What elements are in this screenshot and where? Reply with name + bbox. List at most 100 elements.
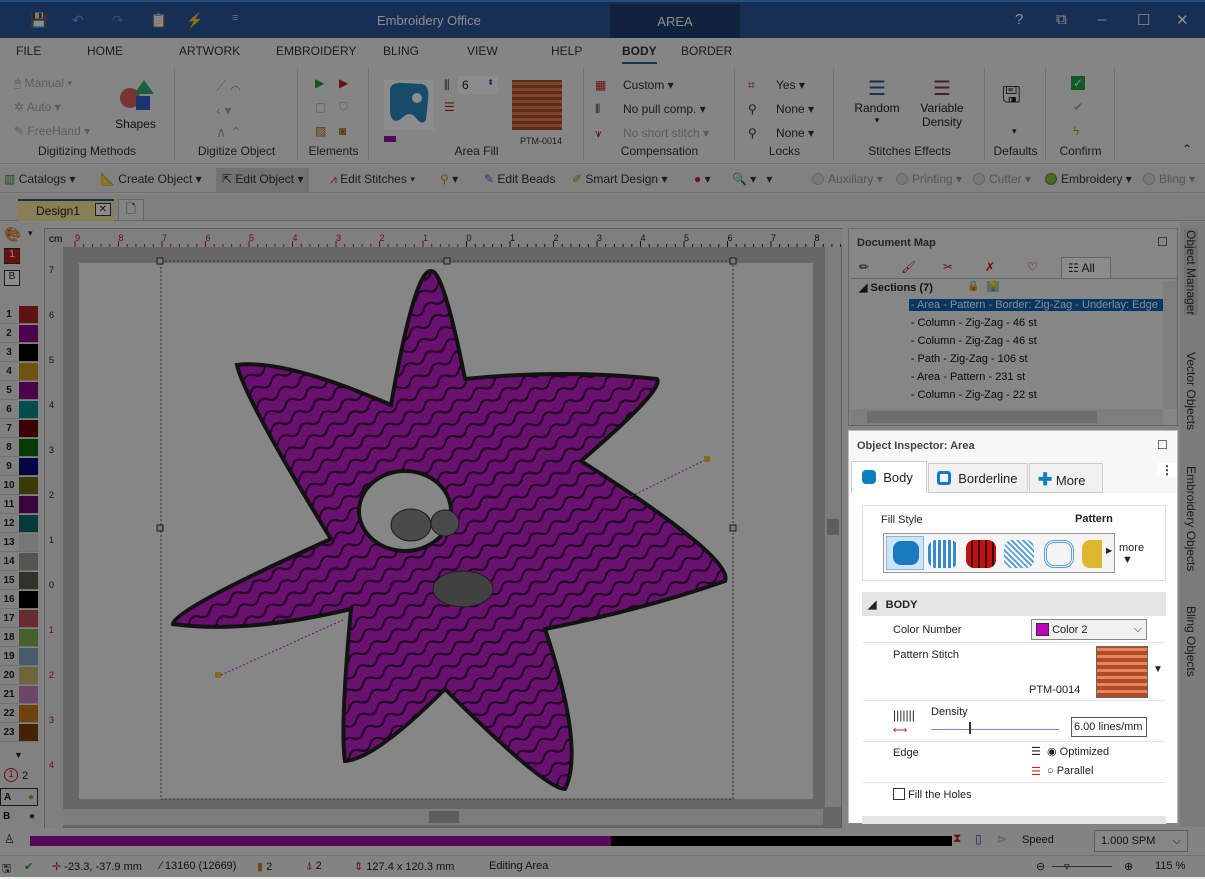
tab-heart-icon[interactable]: ♡ [1027, 260, 1038, 274]
fill-style-pattern[interactable] [886, 536, 924, 570]
density-slider[interactable] [931, 729, 1059, 730]
zoom-slider[interactable] [1052, 866, 1112, 867]
density-spinner[interactable]: 6 ⬍ [458, 76, 498, 94]
tab-help[interactable]: HELP [551, 44, 582, 58]
visibility-icon[interactable]: 💡 [987, 281, 1000, 292]
head-a[interactable]: A ● [0, 788, 38, 806]
section-item[interactable]: ●5 - Area - Pattern - 231 st [909, 371, 1163, 383]
hourglass-icon[interactable]: ⧗ [953, 831, 961, 846]
tab-object-manager[interactable]: Object Manager [1184, 230, 1198, 316]
body-section-header[interactable]: ◢ BODY [862, 592, 1166, 616]
customize-quick-access-icon[interactable]: ≡ [232, 12, 238, 24]
zoom-dropdown[interactable]: 🔍 ▾ ▾ [732, 172, 772, 186]
tab-borderline[interactable]: Borderline [928, 463, 1028, 493]
color-swatch-19[interactable]: 19 [0, 648, 38, 666]
color-swatch-6[interactable]: 6 [0, 401, 38, 419]
tab-view[interactable]: VIEW [467, 44, 498, 58]
color-swatch-4[interactable]: 4 [0, 363, 38, 381]
close-tab-icon[interactable]: ✕ [94, 203, 111, 216]
color-swatch-5[interactable]: 5 [0, 382, 38, 400]
corner-tool-icon[interactable]: ‹ ▾ [216, 102, 232, 119]
tab-all[interactable]: ☷ All [1061, 257, 1111, 279]
fill-preview[interactable] [384, 80, 434, 130]
close-button[interactable]: ✕ [1176, 11, 1189, 29]
tab-embroidery-objects[interactable]: Embroidery Objects [1184, 466, 1198, 571]
simulator-icon[interactable]: ♙ [4, 832, 15, 846]
smart-design-button[interactable]: ✐ Smart Design ▾ [572, 172, 667, 186]
fill-style-gallery[interactable]: ▶ [883, 533, 1115, 573]
color-swatch-3[interactable]: 3 [0, 344, 38, 362]
zoom-in-icon[interactable]: ⊕ [1124, 860, 1133, 873]
fill-style-cross[interactable] [1004, 540, 1034, 568]
hole-element-icon[interactable]: ◙ [339, 124, 346, 138]
vertical-scroll-thumb[interactable] [827, 519, 839, 535]
auxiliary-toggle[interactable]: Auxiliary ▾ [812, 172, 883, 186]
pin-dropdown[interactable]: ● ▾ [694, 172, 711, 186]
pattern-stitch-preview[interactable] [1096, 646, 1148, 698]
quick-confirm-icon[interactable]: ϟ [1073, 124, 1079, 138]
create-object-button[interactable]: 📐 Create Object ▾ [100, 172, 202, 186]
printing-toggle[interactable]: Printing ▾ [896, 172, 962, 186]
lock-select-1[interactable]: Yes ▾ [776, 78, 805, 92]
design-canvas[interactable]: cm 9 8 7 6 5 4 3 2 1 0 1 2 3 4 5 6 7 8 7 6 5 4 3 2 1 0 1 2 3 4 [44, 228, 850, 829]
gallery-scroll-right-icon[interactable]: ▶ [1106, 546, 1112, 555]
color-swatch-11[interactable]: 11 [0, 496, 38, 514]
tab-border[interactable]: BORDER [681, 44, 732, 58]
tab-artwork[interactable]: ARTWORK [179, 44, 240, 58]
clipboard-icon[interactable]: 📋 [150, 12, 167, 29]
lock-select-2[interactable]: None ▾ [776, 102, 814, 116]
undo-icon[interactable]: ↶ [72, 12, 84, 29]
color-swatch-20[interactable]: 20 [0, 667, 38, 685]
lightning-icon[interactable]: ⚡ [186, 12, 203, 29]
defaults-button[interactable]: 🖫 [1002, 78, 1021, 116]
sections-header[interactable]: ◢ Sections (7) [859, 281, 933, 294]
catalogs-button[interactable]: ▥ Catalogs ▾ [4, 172, 75, 186]
tab-bling-objects[interactable]: Bling Objects [1184, 606, 1198, 677]
edit-object-button[interactable]: ⇱ Edit Object ▾ [216, 168, 310, 192]
color-swatch-22[interactable]: 22 [0, 705, 38, 723]
pull-comp-select[interactable]: No pull comp. ▾ [623, 102, 706, 116]
color-number-select[interactable]: Color 2 ⌵ [1031, 619, 1147, 640]
section-item[interactable]: ●1 - Area - Pattern - Border: Zig-Zag - … [909, 299, 1163, 311]
current-color[interactable]: 1 [4, 248, 20, 264]
tab-design1[interactable]: Design1 ✕ [18, 199, 114, 221]
lock-select-3[interactable]: None ▾ [776, 126, 814, 140]
scroll-down-icon[interactable]: ▼ [14, 750, 23, 760]
fill-holes-checkbox[interactable]: Fill the Holes [893, 788, 972, 801]
fill-style-contour[interactable] [1044, 540, 1074, 568]
help-button[interactable]: ? [1015, 11, 1023, 28]
play-icon[interactable]: ⊳ [997, 832, 1007, 846]
stitch-lines-icon[interactable]: ☰ [444, 100, 455, 114]
section-item[interactable]: ●2 - Column - Zig-Zag - 46 st [909, 317, 1163, 329]
tab-brush-icon[interactable]: 🖌 [901, 260, 916, 274]
auto-button[interactable]: ✲ Auto ▾ [14, 100, 61, 114]
compensation-select[interactable]: Custom ▾ [623, 78, 674, 92]
edit-stitches-button[interactable]: ⩘ Edit Stitches ▾ [330, 172, 415, 187]
stitch-progress-bar[interactable] [30, 836, 952, 846]
maximize-button[interactable]: ☐ [1137, 11, 1150, 29]
density-input[interactable]: 6.00 lines/mm [1071, 717, 1147, 737]
pattern-preview[interactable] [512, 80, 562, 130]
confirm-disabled-icon[interactable]: ✔ [1073, 100, 1083, 114]
tab-body[interactable]: BODY [622, 44, 657, 64]
end-element-icon[interactable]: ▶ [339, 76, 348, 90]
random-button[interactable]: ☰ Random ▾ [849, 76, 905, 126]
tool-dropdown[interactable]: ⚲ ▾ [440, 172, 458, 186]
tab-home[interactable]: HOME [87, 44, 123, 58]
shield-element-icon[interactable]: ⛉ [339, 100, 348, 115]
minimize-button[interactable]: – [1098, 11, 1106, 28]
shapes-button[interactable]: Shapes [108, 76, 163, 136]
line-tool-icon[interactable]: ⟋ ⌒ [216, 78, 241, 95]
head-b[interactable]: B ● [0, 808, 38, 826]
maximize-panel-icon[interactable]: ☐ [1157, 235, 1168, 249]
step-icon[interactable]: ▯ [975, 832, 982, 846]
short-stitch-select[interactable]: No short stitch ▾ [623, 126, 709, 140]
speed-select[interactable]: 1.000 SPM ⌵ [1094, 830, 1188, 852]
freehand-button[interactable]: ✎ FreeHand ▾ [14, 124, 90, 138]
fill-style-satin[interactable] [1082, 540, 1102, 568]
color-swatch-23[interactable]: 23 [0, 724, 38, 742]
edge-parallel-radio[interactable]: ○ Parallel [1047, 765, 1093, 777]
horizontal-scroll-thumb[interactable] [429, 811, 459, 823]
docmap-horizontal-scrollbar[interactable] [851, 409, 1163, 425]
frame-element-icon[interactable]: ▢ [315, 100, 326, 114]
